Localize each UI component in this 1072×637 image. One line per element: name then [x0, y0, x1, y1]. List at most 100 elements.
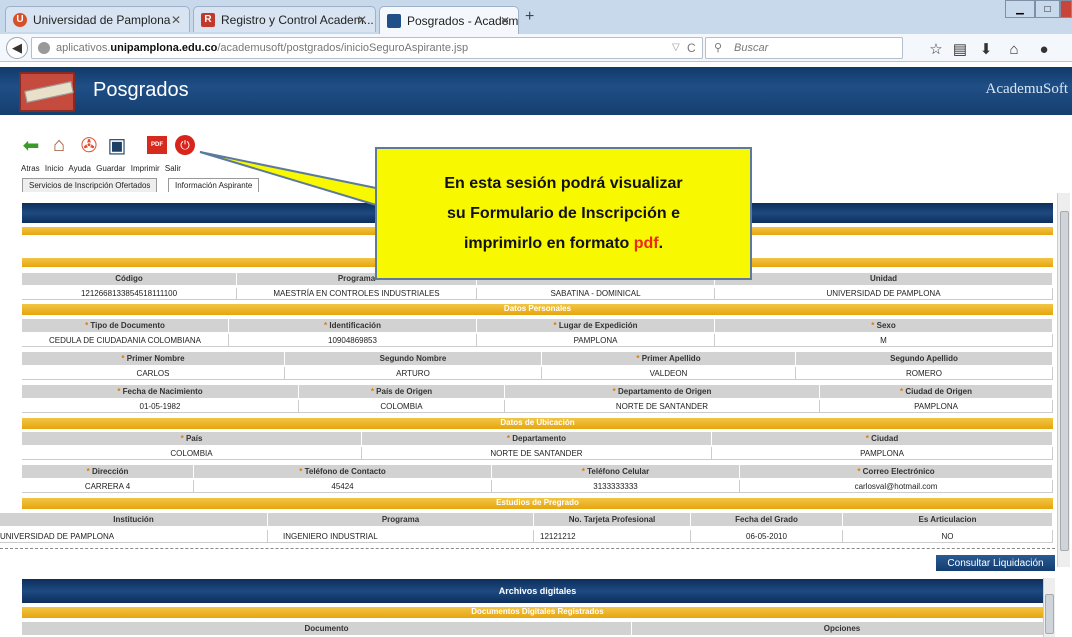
header-departamento: Departamento [512, 434, 567, 443]
close-tab-icon[interactable]: ✕ [500, 14, 510, 28]
value-pais-origen: COLOMBIA [299, 400, 505, 413]
ubicacion-header-row-1: * País * Departamento * Ciudad [22, 432, 1053, 445]
value-primer-nombre: CARLOS [22, 367, 285, 380]
header-telefono-contacto: Teléfono de Contacto [304, 467, 386, 476]
value-lugar-expedicion: PAMPLONA [477, 334, 715, 347]
bookmark-star-icon[interactable]: ☆ [926, 39, 946, 59]
header-opciones: Opciones [632, 622, 1053, 635]
pdf-icon[interactable]: PDF [144, 132, 170, 158]
toolbar-label-guardar[interactable]: Guardar [96, 164, 125, 173]
divider [0, 548, 1055, 549]
url-text: aplicativos.unipamplona.edu.co/academuso… [56, 42, 469, 54]
ubicacion-header-row-2: * Dirección * Teléfono de Contacto * Tel… [22, 465, 1053, 478]
app-brand: AcademuSoft [985, 81, 1068, 97]
callout-line-3: imprimirlo en formato pdf. [463, 234, 664, 252]
lifebuoy-icon[interactable]: ✇ [76, 132, 102, 158]
search-input[interactable]: ⚲ Buscar [705, 37, 903, 59]
header-tipo-documento: Tipo de Documento [90, 321, 165, 330]
datos-personales-title: Datos Personales [22, 304, 1053, 315]
header-correo: Correo Electrónico [862, 467, 935, 476]
callout-line-1: En esta sesión podrá visualizar [444, 174, 683, 192]
value-identificacion: 10904869853 [229, 334, 477, 347]
ubicacion-value-row-2: CARRERA 4 45424 3133333333 carlosval@hot… [22, 480, 1053, 493]
registro-favicon-icon: R [201, 12, 215, 27]
header-ciudad: Ciudad [871, 434, 899, 443]
toolbar-label-salir[interactable]: Salir [165, 164, 181, 173]
minimize-icon[interactable]: ▁ [1005, 0, 1035, 18]
value-codigo: 12126681338545181111​00 [22, 288, 237, 300]
value-ciudad: PAMPLONA [712, 447, 1053, 460]
value-unidad: UNIVERSIDAD DE PAMPLONA [715, 288, 1053, 300]
estudios-value-row: UNIVERSIDAD DE PAMPLONA INGENIERO INDUST… [0, 530, 1053, 543]
personales-header-row-1: * Tipo de Documento * Identificación * L… [22, 319, 1053, 332]
header-tarjeta-profesional: No. Tarjeta Profesional [534, 513, 691, 526]
tab-informacion-aspirante[interactable]: Información Aspirante [168, 178, 260, 192]
close-tab-icon[interactable]: ✕ [171, 13, 181, 27]
header-codigo: Código [22, 273, 237, 285]
form-scrollbar-thumb[interactable] [1060, 211, 1069, 551]
value-jornada: SABATINA - DOMINICAL [477, 288, 715, 300]
documentos-header-row: Documento Opciones [22, 622, 1053, 635]
close-tab-icon[interactable]: ✕ [357, 13, 367, 27]
tab-label: Registro y Control Academ... [221, 12, 374, 27]
header-institucion: Institución [0, 513, 268, 526]
toolbar-label-inicio[interactable]: Inicio [45, 164, 64, 173]
dropdown-icon[interactable]: ▽ [672, 42, 680, 53]
toolbar-labels: Atras Inicio Ayuda Guardar Imprimir Sali… [21, 164, 184, 173]
personales-value-row-3: 01-05-1982 COLOMBIA NORTE DE SANTANDER P… [22, 400, 1053, 413]
value-fecha-nacimiento: 01-05-1982 [22, 400, 299, 413]
browser-tab-universidad[interactable]: U Universidad de Pamplona ✕ [5, 6, 190, 32]
toolbar-label-ayuda[interactable]: Ayuda [68, 164, 91, 173]
back-arrow-icon[interactable]: ◀ [6, 37, 28, 59]
callout-line-2: su Formulario de Inscripción e [447, 204, 680, 222]
archivos-scrollbar-thumb[interactable] [1045, 594, 1054, 634]
close-window-icon[interactable] [1060, 0, 1072, 18]
maximize-icon[interactable]: □ [1035, 0, 1060, 18]
header-es-articulacion: Es Articulacion [843, 513, 1053, 526]
archivos-scrollbar[interactable] [1043, 578, 1055, 637]
form-scrollbar[interactable] [1057, 193, 1070, 567]
value-institucion: UNIVERSIDAD DE PAMPLONA [0, 530, 268, 543]
downloads-icon[interactable]: ⬇ [976, 39, 996, 59]
chat-icon[interactable]: ● [1034, 39, 1054, 59]
value-direccion: CARRERA 4 [22, 480, 194, 493]
header-direccion: Dirección [91, 467, 129, 476]
callout-box: En esta sesión podrá visualizar su Formu… [375, 147, 752, 280]
search-placeholder: Buscar [734, 42, 769, 54]
datos-ubicacion-title: Datos de Ubicación [22, 418, 1053, 429]
home-icon[interactable]: ⌂ [1004, 39, 1024, 59]
new-tab-icon[interactable]: + [525, 8, 534, 26]
app-title: Posgrados [93, 79, 189, 101]
browser-tab-registro[interactable]: R Registro y Control Academ... ✕ [193, 6, 376, 32]
home-icon[interactable]: ⌂ [46, 132, 72, 158]
browser-tab-posgrados[interactable]: Posgrados - AcademuSoft ✕ [379, 6, 519, 34]
back-arrow-icon[interactable]: ⬅ [18, 132, 44, 158]
consultar-liquidacion-button[interactable]: Consultar Liquidación [936, 555, 1055, 571]
header-segundo-apellido: Segundo Apellido [796, 352, 1053, 365]
personales-header-row-3: * Fecha de Nacimiento * País de Origen *… [22, 385, 1053, 398]
personales-header-row-2: * Primer Nombre Segundo Nombre * Primer … [22, 352, 1053, 365]
power-icon[interactable]: ⏻ [172, 132, 198, 158]
browser-nav-bar: ◀ aplicativos.unipamplona.edu.co/academu… [0, 34, 1072, 62]
value-es-articulacion: NO [843, 530, 1053, 543]
search-icon: ⚲ [714, 42, 723, 54]
header-sexo: Sexo [876, 321, 896, 330]
header-lugar-expedicion: Lugar de Expedición [558, 321, 638, 330]
save-disk-icon[interactable]: ▣ [104, 132, 130, 158]
value-tipo-documento: CEDULA DE CIUDADANIA COLOMBIANA [22, 334, 229, 347]
header-departamento-origen: Departamento de Origen [617, 387, 712, 396]
toolbar-label-imprimir[interactable]: Imprimir [131, 164, 160, 173]
reload-icon[interactable]: C [687, 41, 696, 55]
value-departamento: NORTE DE SANTANDER [362, 447, 712, 460]
university-logo [19, 72, 75, 112]
value-telefono-celular: 3133333333 [492, 480, 740, 493]
value-primer-apellido: VALDEON [542, 367, 796, 380]
tab-servicios-inscripcion[interactable]: Servicios de Inscripción Ofertados [22, 178, 158, 192]
header-identificacion: Identificación [329, 321, 381, 330]
toolbar-label-atras[interactable]: Atras [21, 164, 40, 173]
reading-list-icon[interactable]: ▤ [950, 39, 970, 59]
university-favicon-icon: U [13, 12, 27, 27]
personales-value-row-2: CARLOS ARTURO VALDEON ROMERO [22, 367, 1053, 380]
value-correo: carlosval@hotmail.com [740, 480, 1053, 493]
url-bar[interactable]: aplicativos.unipamplona.edu.co/academuso… [31, 37, 703, 59]
